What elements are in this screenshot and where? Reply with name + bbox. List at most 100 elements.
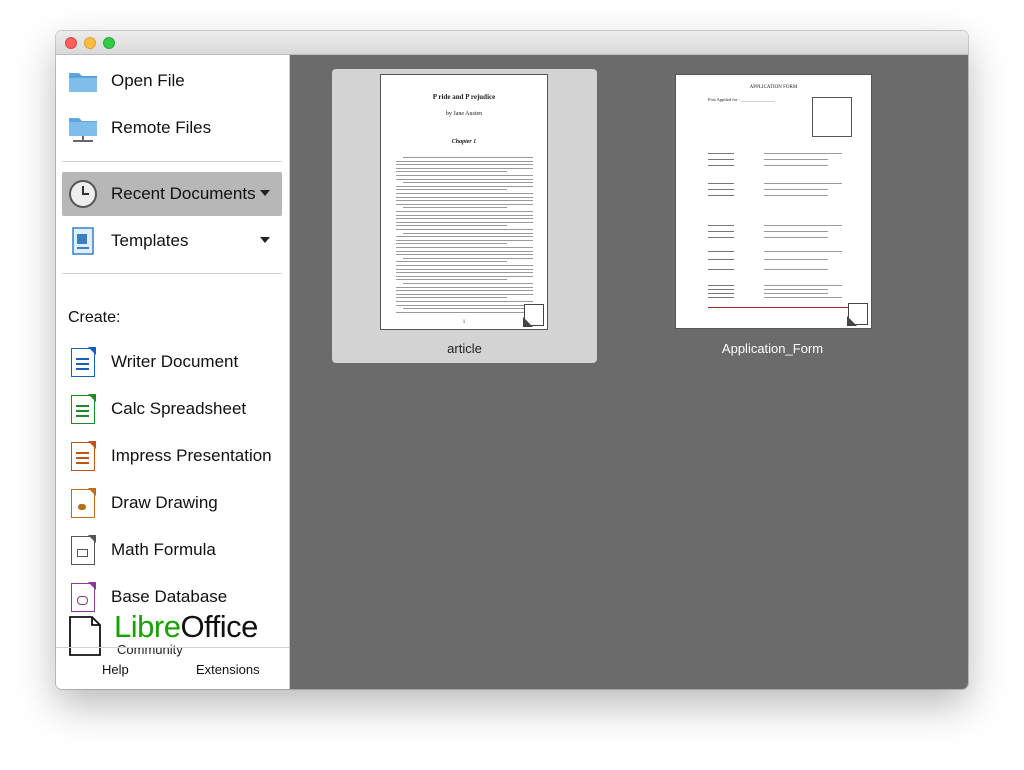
thumbnail-text-line: [403, 308, 533, 310]
thumbnail-text-line: [396, 304, 533, 306]
extensions-button[interactable]: Extensions: [196, 662, 260, 677]
sidebar-divider: [62, 273, 282, 274]
document-thumbnail: APPLICATION FORM Post Applied for : ____…: [675, 74, 872, 329]
remote-folder-icon: [67, 112, 99, 144]
folder-icon: [67, 65, 99, 97]
form-field-label: [708, 269, 734, 270]
recent-documents-button[interactable]: Recent Documents: [62, 172, 282, 216]
form-field-label: [708, 225, 734, 226]
form-field-line: [764, 297, 842, 298]
thumbnail-text-line: [396, 178, 533, 180]
base-database-icon: [67, 581, 99, 613]
thumbnail-text-line: [396, 265, 533, 266]
form-field-line: [764, 237, 828, 238]
thumbnail-text-line: [403, 207, 507, 209]
recent-documents-label: Recent Documents: [111, 184, 256, 203]
draw-drawing-button[interactable]: Draw Drawing: [62, 481, 282, 525]
form-field-label: [708, 293, 734, 294]
form-field-label: [708, 297, 734, 298]
form-field-label: [708, 259, 734, 260]
form-field-label: [708, 195, 734, 196]
form-footer-rule: [708, 307, 851, 308]
form-field-label: [708, 183, 734, 184]
calc-spreadsheet-button[interactable]: Calc Spreadsheet: [62, 387, 282, 431]
thumbnail-text-line: [396, 286, 533, 288]
thumbnail-text-line: [396, 203, 533, 205]
thumbnail-text-line: [403, 283, 533, 284]
math-formula-label: Math Formula: [111, 540, 216, 559]
form-field-label: [708, 189, 734, 190]
thumbnail-title: P ride and P rejudice: [432, 93, 496, 101]
thumbnail-text-line: [396, 225, 507, 227]
logo-libre: Libre: [114, 609, 181, 644]
thumbnail-text-line: [396, 279, 507, 281]
thumbnail-text-line: [396, 229, 533, 230]
close-window-button[interactable]: [65, 37, 77, 49]
thumbnail-text-line: [396, 275, 533, 277]
document-thumbnail: P ride and P rejudice by Jane Austen Cha…: [380, 74, 548, 330]
remote-files-button[interactable]: Remote Files: [62, 106, 282, 150]
thumbnail-text-line: [403, 157, 533, 158]
form-field-line: [764, 225, 842, 226]
templates-button[interactable]: Templates: [62, 219, 282, 263]
help-button[interactable]: Help: [102, 662, 129, 677]
logo-wordmark: LibreOffice: [114, 609, 258, 645]
chevron-down-icon[interactable]: [260, 237, 270, 243]
form-field-line: [764, 195, 828, 196]
thumbnail-text-line: [403, 232, 533, 234]
form-field-line: [764, 159, 828, 160]
form-field-label: [708, 159, 734, 160]
thumbnail-text-line: [396, 200, 533, 202]
form-field-line: [764, 269, 828, 270]
impress-presentation-icon: [67, 440, 99, 472]
thumbnail-author: by Jane Austen: [445, 111, 483, 117]
draw-drawing-icon: [67, 487, 99, 519]
thumbnail-text-line: [396, 301, 533, 302]
thumbnail-text-line: [403, 257, 533, 259]
writer-document-label: Writer Document: [111, 352, 239, 371]
form-field-label: [708, 231, 734, 232]
minimize-window-button[interactable]: [84, 37, 96, 49]
thumbnail-text-line: [396, 214, 533, 216]
form-field-label: [708, 285, 734, 286]
zoom-window-button[interactable]: [103, 37, 115, 49]
form-field-label: [708, 153, 734, 154]
recent-document-article[interactable]: P ride and P rejudice by Jane Austen Cha…: [332, 69, 597, 363]
thumbnail-text-line: [396, 185, 533, 187]
thumbnail-text-line: [396, 221, 533, 223]
thumbnail-text-line: [396, 236, 533, 238]
photo-box: [812, 97, 852, 137]
thumbnail-text-line: [396, 243, 507, 245]
writer-document-button[interactable]: Writer Document: [62, 340, 282, 384]
thumbnail-text-line: [396, 171, 507, 173]
form-field-line: [764, 153, 842, 154]
chevron-down-icon[interactable]: [260, 190, 270, 196]
thumbnail-text-line: [396, 272, 533, 274]
impress-presentation-button[interactable]: Impress Presentation: [62, 434, 282, 478]
open-file-button[interactable]: Open File: [62, 59, 282, 103]
writer-document-icon: [67, 346, 99, 378]
form-field-line: [764, 293, 828, 294]
thumbnail-chapter: Chapter 1: [451, 139, 477, 145]
thumbnail-text-line: [396, 311, 533, 313]
thumbnail-text-line: [396, 164, 533, 166]
title-bar: [56, 31, 968, 55]
form-field-line: [764, 251, 842, 252]
recent-documents-pane: P ride and P rejudice by Jane Austen Cha…: [290, 55, 968, 689]
thumbnail-text-line: [396, 239, 533, 241]
calc-spreadsheet-icon: [67, 393, 99, 425]
recent-document-application-form[interactable]: APPLICATION FORM Post Applied for : ____…: [640, 69, 905, 363]
thumbnail-text-line: [396, 218, 533, 220]
thumbnail-text-line: [403, 182, 533, 184]
remote-files-label: Remote Files: [111, 118, 212, 137]
thumbnail-text-line: [396, 189, 507, 191]
base-database-label: Base Database: [111, 587, 228, 606]
sidebar-footer: Help Extensions: [56, 647, 289, 689]
clock-icon: [67, 178, 99, 210]
math-formula-button[interactable]: Math Formula: [62, 528, 282, 572]
document-type-icon: [847, 303, 868, 326]
thumbnail-text-line: [396, 247, 533, 248]
draw-drawing-label: Draw Drawing: [111, 493, 218, 512]
thumbnail-text-line: [396, 211, 533, 212]
form-field-line: [764, 285, 842, 286]
